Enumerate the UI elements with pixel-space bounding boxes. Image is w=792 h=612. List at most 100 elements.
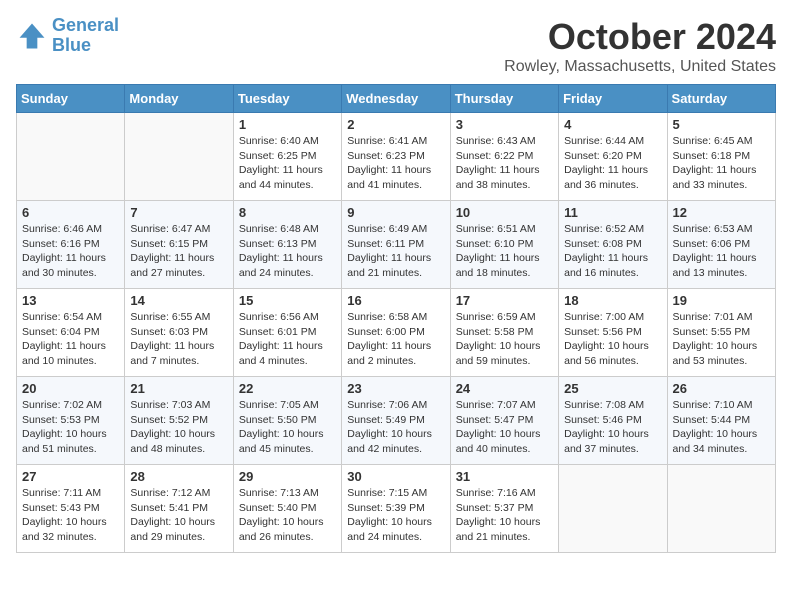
day-info: Sunrise: 7:13 AMSunset: 5:40 PMDaylight:… bbox=[239, 486, 336, 545]
calendar-cell: 2Sunrise: 6:41 AMSunset: 6:23 PMDaylight… bbox=[342, 113, 450, 201]
day-number: 8 bbox=[239, 205, 336, 220]
calendar-week-row: 6 Sunrise: 6:46 AMSunset: 6:16 PMDaylight… bbox=[17, 201, 776, 289]
calendar-header-row: SundayMondayTuesdayWednesdayThursdayFrid… bbox=[17, 85, 776, 113]
day-header-saturday: Saturday bbox=[667, 85, 775, 113]
day-info: Sunrise: 6:59 AMSunset: 5:58 PMDaylight:… bbox=[456, 310, 553, 369]
day-number: 11 bbox=[564, 205, 661, 220]
calendar-cell: 9 Sunrise: 6:49 AMSunset: 6:11 PMDaylight… bbox=[342, 201, 450, 289]
day-info: Sunrise: 6:44 AMSunset: 6:20 PMDaylight:… bbox=[564, 134, 661, 193]
calendar-cell: 28 Sunrise: 7:12 AMSunset: 5:41 PMDayligh… bbox=[125, 465, 233, 553]
day-info: Sunrise: 6:55 AMSunset: 6:03 PMDaylight:… bbox=[130, 310, 227, 369]
day-number: 16 bbox=[347, 293, 444, 308]
day-info: Sunrise: 6:45 AMSunset: 6:18 PMDaylight:… bbox=[673, 134, 770, 193]
day-info: Sunrise: 6:52 AMSunset: 6:08 PMDaylight:… bbox=[564, 222, 661, 281]
calendar-cell: 22 Sunrise: 7:05 AMSunset: 5:50 PMDayligh… bbox=[233, 377, 341, 465]
day-number: 12 bbox=[673, 205, 770, 220]
calendar-cell: 17Sunrise: 6:59 AMSunset: 5:58 PMDayligh… bbox=[450, 289, 558, 377]
day-info: Sunrise: 7:05 AMSunset: 5:50 PMDaylight:… bbox=[239, 398, 336, 457]
logo-line1: General bbox=[52, 15, 119, 35]
day-number: 4 bbox=[564, 117, 661, 132]
day-number: 21 bbox=[130, 381, 227, 396]
day-info: Sunrise: 7:15 AMSunset: 5:39 PMDaylight:… bbox=[347, 486, 444, 545]
calendar-table: SundayMondayTuesdayWednesdayThursdayFrid… bbox=[16, 84, 776, 553]
page-header: General Blue October 2024 Rowley, Massac… bbox=[16, 16, 776, 76]
day-number: 3 bbox=[456, 117, 553, 132]
calendar-cell: 15 Sunrise: 6:56 AMSunset: 6:01 PMDayligh… bbox=[233, 289, 341, 377]
day-header-sunday: Sunday bbox=[17, 85, 125, 113]
day-number: 10 bbox=[456, 205, 553, 220]
day-info: Sunrise: 7:11 AMSunset: 5:43 PMDaylight:… bbox=[22, 486, 119, 545]
day-header-monday: Monday bbox=[125, 85, 233, 113]
day-info: Sunrise: 7:02 AMSunset: 5:53 PMDaylight:… bbox=[22, 398, 119, 457]
calendar-cell: 19Sunrise: 7:01 AMSunset: 5:55 PMDayligh… bbox=[667, 289, 775, 377]
day-number: 22 bbox=[239, 381, 336, 396]
calendar-cell bbox=[559, 465, 667, 553]
day-info: Sunrise: 6:49 AMSunset: 6:11 PMDaylight:… bbox=[347, 222, 444, 281]
day-header-thursday: Thursday bbox=[450, 85, 558, 113]
day-info: Sunrise: 6:47 AMSunset: 6:15 PMDaylight:… bbox=[130, 222, 227, 281]
calendar-cell: 27 Sunrise: 7:11 AMSunset: 5:43 PMDayligh… bbox=[17, 465, 125, 553]
day-info: Sunrise: 6:43 AMSunset: 6:22 PMDaylight:… bbox=[456, 134, 553, 193]
day-info: Sunrise: 6:58 AMSunset: 6:00 PMDaylight:… bbox=[347, 310, 444, 369]
calendar-cell: 12Sunrise: 6:53 AMSunset: 6:06 PMDayligh… bbox=[667, 201, 775, 289]
day-info: Sunrise: 6:46 AMSunset: 6:16 PMDaylight:… bbox=[22, 222, 119, 281]
calendar-subtitle: Rowley, Massachusetts, United States bbox=[504, 58, 776, 76]
day-info: Sunrise: 7:08 AMSunset: 5:46 PMDaylight:… bbox=[564, 398, 661, 457]
day-info: Sunrise: 7:06 AMSunset: 5:49 PMDaylight:… bbox=[347, 398, 444, 457]
calendar-cell: 14 Sunrise: 6:55 AMSunset: 6:03 PMDayligh… bbox=[125, 289, 233, 377]
calendar-cell: 5 Sunrise: 6:45 AMSunset: 6:18 PMDaylight… bbox=[667, 113, 775, 201]
day-number: 28 bbox=[130, 469, 227, 484]
calendar-cell: 20 Sunrise: 7:02 AMSunset: 5:53 PMDayligh… bbox=[17, 377, 125, 465]
day-info: Sunrise: 6:54 AMSunset: 6:04 PMDaylight:… bbox=[22, 310, 119, 369]
day-number: 27 bbox=[22, 469, 119, 484]
calendar-cell bbox=[125, 113, 233, 201]
day-number: 6 bbox=[22, 205, 119, 220]
calendar-cell: 4 Sunrise: 6:44 AMSunset: 6:20 PMDaylight… bbox=[559, 113, 667, 201]
title-block: October 2024 Rowley, Massachusetts, Unit… bbox=[504, 16, 776, 76]
day-number: 18 bbox=[564, 293, 661, 308]
calendar-cell: 3 Sunrise: 6:43 AMSunset: 6:22 PMDaylight… bbox=[450, 113, 558, 201]
calendar-cell: 11 Sunrise: 6:52 AMSunset: 6:08 PMDayligh… bbox=[559, 201, 667, 289]
day-info: Sunrise: 6:48 AMSunset: 6:13 PMDaylight:… bbox=[239, 222, 336, 281]
calendar-cell: 8 Sunrise: 6:48 AMSunset: 6:13 PMDaylight… bbox=[233, 201, 341, 289]
calendar-week-row: 20 Sunrise: 7:02 AMSunset: 5:53 PMDayligh… bbox=[17, 377, 776, 465]
day-info: Sunrise: 6:40 AMSunset: 6:25 PMDaylight:… bbox=[239, 134, 336, 193]
calendar-cell: 26Sunrise: 7:10 AMSunset: 5:44 PMDayligh… bbox=[667, 377, 775, 465]
day-number: 30 bbox=[347, 469, 444, 484]
calendar-cell: 6 Sunrise: 6:46 AMSunset: 6:16 PMDaylight… bbox=[17, 201, 125, 289]
day-info: Sunrise: 6:56 AMSunset: 6:01 PMDaylight:… bbox=[239, 310, 336, 369]
day-info: Sunrise: 7:12 AMSunset: 5:41 PMDaylight:… bbox=[130, 486, 227, 545]
day-number: 1 bbox=[239, 117, 336, 132]
day-info: Sunrise: 6:51 AMSunset: 6:10 PMDaylight:… bbox=[456, 222, 553, 281]
day-number: 24 bbox=[456, 381, 553, 396]
day-number: 15 bbox=[239, 293, 336, 308]
logo-icon bbox=[16, 20, 48, 52]
day-info: Sunrise: 7:00 AMSunset: 5:56 PMDaylight:… bbox=[564, 310, 661, 369]
logo-line2: Blue bbox=[52, 36, 119, 56]
day-number: 14 bbox=[130, 293, 227, 308]
day-number: 20 bbox=[22, 381, 119, 396]
day-number: 9 bbox=[347, 205, 444, 220]
day-number: 5 bbox=[673, 117, 770, 132]
day-number: 31 bbox=[456, 469, 553, 484]
calendar-cell bbox=[17, 113, 125, 201]
day-info: Sunrise: 7:03 AMSunset: 5:52 PMDaylight:… bbox=[130, 398, 227, 457]
logo-text: General Blue bbox=[52, 16, 119, 56]
day-header-tuesday: Tuesday bbox=[233, 85, 341, 113]
calendar-cell: 10 Sunrise: 6:51 AMSunset: 6:10 PMDayligh… bbox=[450, 201, 558, 289]
day-number: 26 bbox=[673, 381, 770, 396]
calendar-cell: 25 Sunrise: 7:08 AMSunset: 5:46 PMDayligh… bbox=[559, 377, 667, 465]
day-number: 7 bbox=[130, 205, 227, 220]
day-info: Sunrise: 6:41 AMSunset: 6:23 PMDaylight:… bbox=[347, 134, 444, 193]
calendar-cell: 13Sunrise: 6:54 AMSunset: 6:04 PMDayligh… bbox=[17, 289, 125, 377]
calendar-cell bbox=[667, 465, 775, 553]
day-number: 25 bbox=[564, 381, 661, 396]
day-header-wednesday: Wednesday bbox=[342, 85, 450, 113]
calendar-cell: 24Sunrise: 7:07 AMSunset: 5:47 PMDayligh… bbox=[450, 377, 558, 465]
logo: General Blue bbox=[16, 16, 119, 56]
calendar-cell: 23Sunrise: 7:06 AMSunset: 5:49 PMDayligh… bbox=[342, 377, 450, 465]
calendar-cell: 7 Sunrise: 6:47 AMSunset: 6:15 PMDaylight… bbox=[125, 201, 233, 289]
calendar-cell: 16 Sunrise: 6:58 AMSunset: 6:00 PMDayligh… bbox=[342, 289, 450, 377]
calendar-week-row: 27 Sunrise: 7:11 AMSunset: 5:43 PMDayligh… bbox=[17, 465, 776, 553]
day-number: 29 bbox=[239, 469, 336, 484]
